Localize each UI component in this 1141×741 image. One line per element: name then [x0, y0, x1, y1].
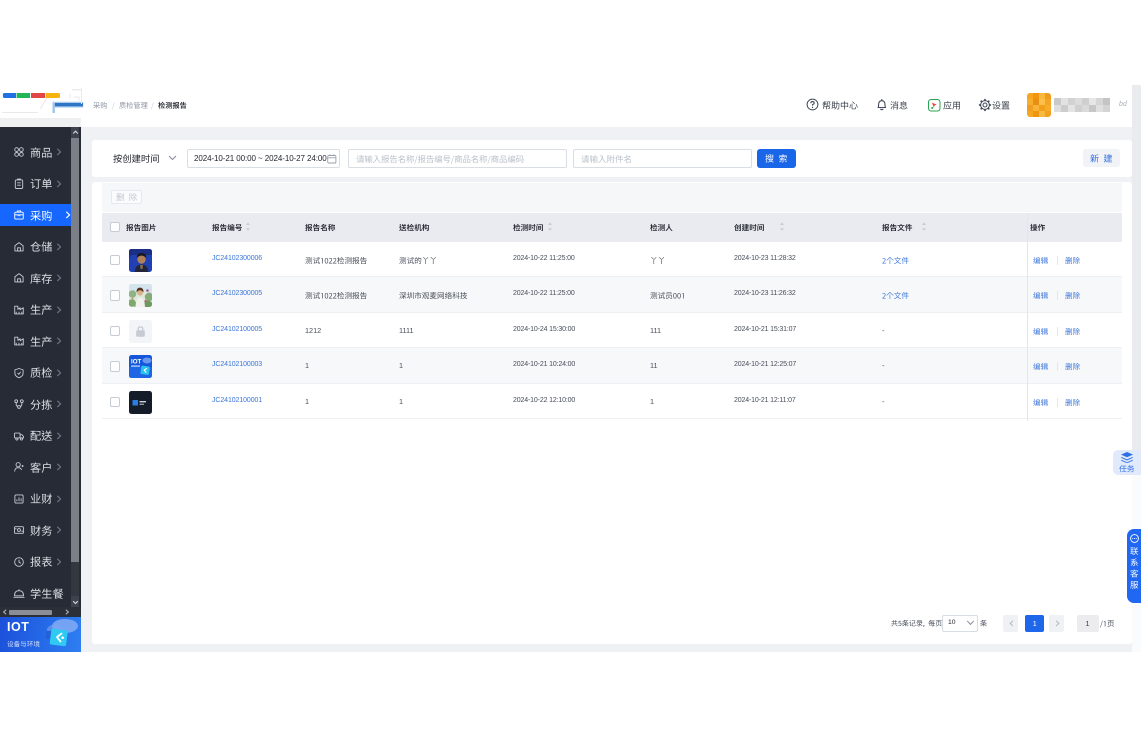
svg-text:IOT: IOT — [131, 359, 142, 366]
